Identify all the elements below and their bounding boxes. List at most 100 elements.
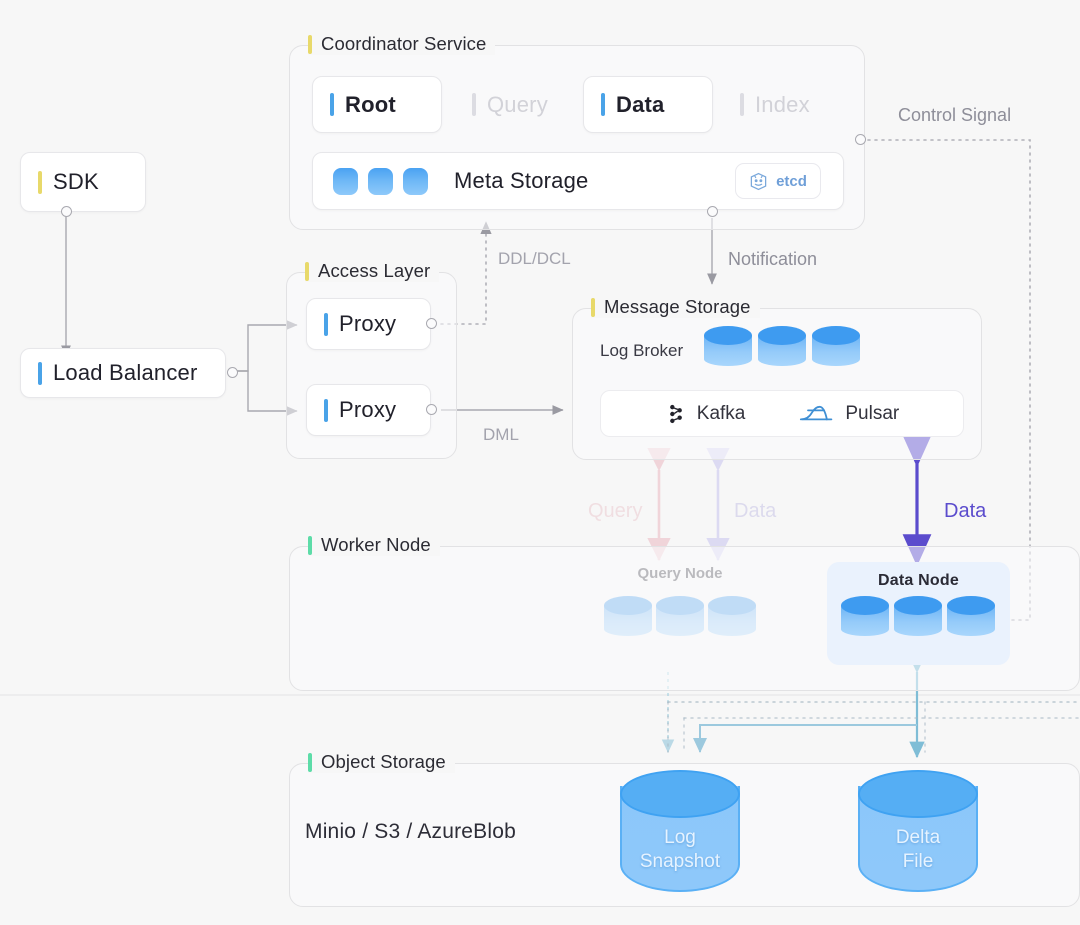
data-edge-label-faded: Data [734, 500, 777, 522]
cylinder-top [656, 596, 704, 615]
meta-storage-block-1 [333, 167, 358, 195]
pulsar-label: Pulsar [845, 402, 900, 424]
log-broker-cylinder-2 [758, 326, 806, 373]
etcd-logo-icon [750, 172, 767, 190]
log-broker-label: Log Broker [600, 341, 684, 360]
sdk-box[interactable]: SDK [20, 152, 146, 212]
worker-node-title-wrap: Worker Node [308, 534, 440, 556]
message-storage-title: Message Storage [604, 296, 751, 317]
coordinator-accent-bar [308, 34, 312, 54]
object-storage-title: Object Storage [321, 751, 446, 772]
meta-storage-block-3 [403, 167, 428, 195]
worker-node-title: Worker Node [321, 534, 431, 555]
delta-file-line2: File [902, 851, 934, 872]
query-label: Query [487, 91, 548, 117]
meta-storage-label: Meta Storage [454, 168, 589, 193]
coordinator-chip-data[interactable]: Data [583, 76, 713, 133]
message-storage-accent-bar [591, 297, 595, 317]
query-node-cylinder-3 [708, 596, 756, 643]
proxy-1-accent-bar [324, 312, 328, 336]
query-edge-label: Query [588, 500, 643, 522]
cylinder-top [704, 326, 752, 345]
delta-file-label: Delta File [858, 826, 978, 874]
root-accent-bar [330, 93, 334, 116]
access-layer-title-wrap: Access Layer [305, 260, 440, 282]
load-balancer-accent-bar [38, 361, 42, 385]
ddl-dcl-label: DDL/DCL [498, 249, 571, 268]
log-snapshot-line1: Log [664, 827, 696, 848]
proxy-2-connector-dot [426, 404, 437, 415]
cylinder-top [841, 596, 889, 615]
coordinator-right-connector-dot [855, 134, 866, 145]
pulsar-item[interactable]: Pulsar [799, 403, 899, 425]
log-snapshot-label: Log Snapshot [620, 826, 740, 874]
load-balancer-box[interactable]: Load Balancer [20, 348, 226, 398]
message-storage-title-wrap: Message Storage [591, 296, 760, 318]
coordinator-chip-root[interactable]: Root [312, 76, 442, 133]
cylinder-top [708, 596, 756, 615]
notification-label: Notification [728, 249, 818, 269]
cylinder-top [758, 326, 806, 345]
sdk-accent-bar [38, 170, 42, 194]
log-broker-cylinder-3 [812, 326, 860, 373]
proxy-1-label: Proxy [339, 311, 397, 336]
dml-label: DML [483, 425, 519, 444]
coordinator-service-title-wrap: Coordinator Service [308, 33, 496, 55]
data-node-cylinder-2 [894, 596, 942, 643]
drum-top [858, 770, 978, 818]
log-snapshot-drum[interactable]: Log Snapshot [620, 770, 740, 892]
data-edge-label-active: Data [944, 500, 987, 522]
log-snapshot-line2: Snapshot [639, 851, 721, 872]
worker-node-accent-bar [308, 535, 312, 555]
drum-top [620, 770, 740, 818]
load-balancer-connector-dot [227, 367, 238, 378]
query-accent-bar [472, 93, 476, 116]
query-node-label: Query Node [637, 565, 723, 582]
access-layer-title: Access Layer [318, 260, 431, 281]
object-storage-providers-label: Minio / S3 / AzureBlob [305, 820, 517, 843]
query-node-cylinder-2 [656, 596, 704, 643]
data-node-cylinder-1 [841, 596, 889, 643]
proxy-box-2[interactable]: Proxy [306, 384, 431, 436]
kafka-item[interactable]: Kafka [665, 402, 746, 425]
cylinder-top [947, 596, 995, 615]
etcd-chip[interactable]: etcd [735, 163, 821, 199]
cylinder-top [812, 326, 860, 345]
sdk-connector-dot [61, 206, 72, 217]
etcd-label: etcd [776, 172, 807, 190]
meta-storage-bottom-connector-dot [707, 206, 718, 217]
index-accent-bar [740, 93, 744, 116]
sdk-label: SDK [53, 169, 99, 194]
kafka-label: Kafka [696, 402, 746, 424]
object-storage-accent-bar [308, 752, 312, 772]
meta-storage-block-2 [368, 167, 393, 195]
load-balancer-label: Load Balancer [53, 360, 198, 385]
coordinator-chip-index[interactable]: Index [722, 76, 852, 133]
root-label: Root [345, 91, 396, 117]
data-node-label: Data Node [878, 572, 959, 589]
data-accent-bar [601, 93, 605, 116]
coordinator-chip-query[interactable]: Query [454, 76, 584, 133]
query-node-cylinder-1 [604, 596, 652, 643]
delta-file-line1: Delta [895, 827, 941, 848]
proxy-2-accent-bar [324, 398, 328, 422]
log-broker-cylinder-1 [704, 326, 752, 373]
cylinder-top [604, 596, 652, 615]
architecture-diagram: SDK Load Balancer Coordinator Service Ro… [0, 0, 1080, 925]
data-node-cylinder-3 [947, 596, 995, 643]
coordinator-service-title: Coordinator Service [321, 33, 487, 54]
cylinder-top [894, 596, 942, 615]
query-node-cluster: Query Node [600, 565, 760, 670]
delta-file-drum[interactable]: Delta File [858, 770, 978, 892]
proxy-2-label: Proxy [339, 397, 397, 422]
message-bus-box[interactable]: Kafka Pulsar [600, 390, 964, 437]
control-signal-label: Control Signal [898, 105, 1012, 125]
object-storage-title-wrap: Object Storage [308, 751, 455, 773]
access-layer-accent-bar [305, 261, 309, 281]
kafka-icon [669, 404, 682, 423]
pulsar-icon [800, 405, 833, 420]
data-label: Data [616, 91, 665, 117]
proxy-box-1[interactable]: Proxy [306, 298, 431, 350]
proxy-1-connector-dot [426, 318, 437, 329]
index-label: Index [755, 91, 810, 117]
